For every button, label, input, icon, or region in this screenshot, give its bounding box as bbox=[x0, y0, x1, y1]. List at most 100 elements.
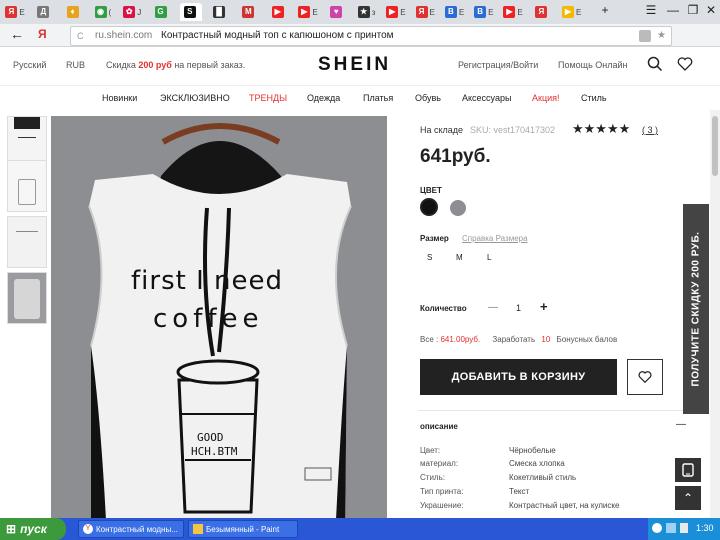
tab-favicon-icon: ♦ bbox=[66, 6, 79, 18]
browser-tab[interactable]: ★ з bbox=[356, 3, 378, 21]
bookmark-star-icon[interactable]: ★ bbox=[657, 27, 666, 45]
tab-favicon-icon: Я bbox=[415, 6, 428, 18]
taskbar-item-paint[interactable]: Безымянный - Paint bbox=[188, 520, 298, 538]
clock[interactable]: 1:30 bbox=[696, 523, 714, 533]
protect-icon[interactable] bbox=[639, 30, 651, 42]
product-image[interactable]: first I need coffee GOOD HCH.BTM bbox=[51, 116, 387, 540]
size-guide-link[interactable]: Справка Размера bbox=[462, 234, 528, 243]
browser-tab[interactable]: M bbox=[238, 3, 260, 21]
url-field[interactable]: C ru.shein.com Контрастный модный топ с … bbox=[70, 26, 672, 46]
tab-title: Е bbox=[19, 7, 25, 17]
taskbar-item-browser[interactable]: Y Контрастный модны... bbox=[78, 520, 184, 538]
nav-accessories[interactable]: Аксессуары bbox=[462, 93, 511, 103]
browser-menu-button[interactable]: ☰ bbox=[642, 3, 660, 17]
restore-button[interactable]: ❐ bbox=[684, 3, 702, 17]
network-icon[interactable] bbox=[666, 523, 676, 533]
description-row: Тип принта: Текст bbox=[420, 487, 700, 496]
browser-tab[interactable]: ▶ E bbox=[297, 3, 319, 21]
windows-taskbar: ⊞ пуск Y Контрастный модны... Безымянный… bbox=[0, 518, 720, 540]
tab-title: E bbox=[488, 7, 494, 17]
nav-exclusive[interactable]: ЭКСКЛЮЗИВНО bbox=[160, 93, 230, 103]
new-tab-button[interactable]: + bbox=[596, 3, 614, 17]
back-arrow-icon[interactable]: ← bbox=[10, 26, 24, 42]
browser-tab[interactable]: ◉( bbox=[92, 3, 114, 21]
browser-tab[interactable]: ▶ E bbox=[385, 3, 407, 21]
promo-prefix: Скидка bbox=[106, 60, 139, 70]
quantity-minus-button[interactable]: — bbox=[488, 302, 498, 313]
shein-logo[interactable]: SHEIN bbox=[318, 54, 391, 76]
scrollbar-thumb[interactable] bbox=[712, 116, 718, 176]
color-swatch-grey[interactable] bbox=[450, 200, 466, 216]
product-thumbnail[interactable] bbox=[7, 216, 47, 268]
system-tray: 1:30 bbox=[648, 518, 720, 540]
quantity-value[interactable]: 1 bbox=[516, 303, 521, 313]
wishlist-heart-icon[interactable] bbox=[677, 56, 693, 72]
browser-tab[interactable]: BE bbox=[444, 3, 466, 21]
browser-tab[interactable]: Я bbox=[531, 3, 553, 21]
product-thumbnail[interactable] bbox=[7, 272, 47, 324]
search-icon[interactable] bbox=[647, 56, 663, 72]
close-window-button[interactable]: ✕ bbox=[702, 3, 720, 17]
description-collapse-icon[interactable]: — bbox=[676, 419, 686, 430]
nav-dresses[interactable]: Платья bbox=[363, 93, 393, 103]
browser-tab[interactable]: S bbox=[179, 3, 202, 21]
cup-print-line1: GOOD bbox=[197, 431, 224, 444]
review-count-link[interactable]: ( 3 ) bbox=[642, 125, 658, 135]
nav-clothing[interactable]: Одежда bbox=[307, 93, 340, 103]
nav-shoes[interactable]: Обувь bbox=[415, 93, 441, 103]
register-login-link[interactable]: Регистрация/Войти bbox=[458, 60, 538, 70]
size-option-m[interactable]: M bbox=[456, 253, 463, 262]
size-option-l[interactable]: L bbox=[487, 253, 491, 262]
currency-selector[interactable]: RUB bbox=[66, 60, 85, 70]
color-swatch-black[interactable] bbox=[420, 198, 438, 216]
browser-tab[interactable]: ✿ J bbox=[121, 3, 143, 21]
nav-style[interactable]: Стиль bbox=[581, 93, 607, 103]
start-label: пуск bbox=[20, 522, 47, 536]
order-summary: Все : 641.00руб. Заработать 10 Бонусных … bbox=[420, 335, 617, 344]
description-key: Тип принта: bbox=[420, 487, 464, 496]
start-button[interactable]: ⊞ пуск bbox=[0, 518, 66, 540]
page-scrollbar[interactable] bbox=[710, 110, 720, 518]
description-title[interactable]: описание bbox=[420, 422, 458, 431]
product-thumbnail[interactable] bbox=[7, 160, 47, 212]
volume-icon[interactable] bbox=[680, 523, 688, 533]
quantity-label: Количество bbox=[420, 304, 467, 313]
description-key: Стиль: bbox=[420, 473, 445, 482]
yandex-logo-icon[interactable]: Я bbox=[38, 27, 47, 41]
browser-tab[interactable]: ▶ E bbox=[502, 3, 524, 21]
minimize-button[interactable]: — bbox=[664, 3, 682, 17]
browser-tab[interactable]: ▶ E bbox=[561, 3, 583, 21]
browser-tab[interactable]: BE bbox=[473, 3, 495, 21]
first-order-promo[interactable]: Скидка 200 руб на первый заказ. bbox=[106, 60, 245, 70]
tab-favicon-icon: Я bbox=[5, 6, 18, 18]
total-value: 641.00руб. bbox=[440, 335, 481, 344]
browser-tab[interactable]: Д bbox=[33, 3, 55, 21]
add-to-cart-button[interactable]: ДОБАВИТЬ В КОРЗИНУ bbox=[420, 359, 617, 395]
browser-tab[interactable]: ▶ bbox=[268, 3, 290, 21]
heart-icon bbox=[638, 371, 652, 384]
language-selector[interactable]: Русский bbox=[13, 60, 46, 70]
nav-new[interactable]: Новинки bbox=[102, 93, 137, 103]
quantity-plus-button[interactable]: + bbox=[540, 299, 548, 314]
back-to-top-button[interactable]: ⌃ bbox=[675, 486, 701, 510]
description-key: материал: bbox=[420, 459, 459, 468]
earn-label: Заработать bbox=[492, 335, 536, 344]
tray-app-icon[interactable] bbox=[652, 523, 662, 533]
thumbnail-print bbox=[18, 179, 36, 205]
online-help-link[interactable]: Помощь Онлайн bbox=[558, 60, 628, 70]
browser-tab[interactable]: ЯЕ bbox=[4, 3, 26, 21]
mobile-app-button[interactable] bbox=[675, 458, 701, 482]
browser-tab[interactable]: G bbox=[151, 3, 173, 21]
nav-sale[interactable]: Акция! bbox=[532, 93, 560, 103]
size-option-s[interactable]: S bbox=[427, 253, 432, 262]
discount-promo-tab[interactable]: ПОЛУЧИТЕ СКИДКУ 200 РУБ. bbox=[683, 204, 709, 414]
browser-tab[interactable]: ЯЕ bbox=[414, 3, 436, 21]
browser-tab[interactable]: ♦ bbox=[63, 3, 85, 21]
browser-tab[interactable]: ♥ bbox=[326, 3, 348, 21]
product-info-panel: На складе SKU: vest170417302 ★★★★★ ( 3 )… bbox=[418, 116, 708, 540]
refresh-icon[interactable]: C bbox=[77, 27, 84, 45]
add-to-wishlist-button[interactable] bbox=[627, 359, 663, 395]
browser-tab[interactable]: █ bbox=[209, 3, 231, 21]
divider bbox=[418, 410, 683, 411]
nav-trends[interactable]: ТРЕНДЫ bbox=[249, 93, 287, 103]
